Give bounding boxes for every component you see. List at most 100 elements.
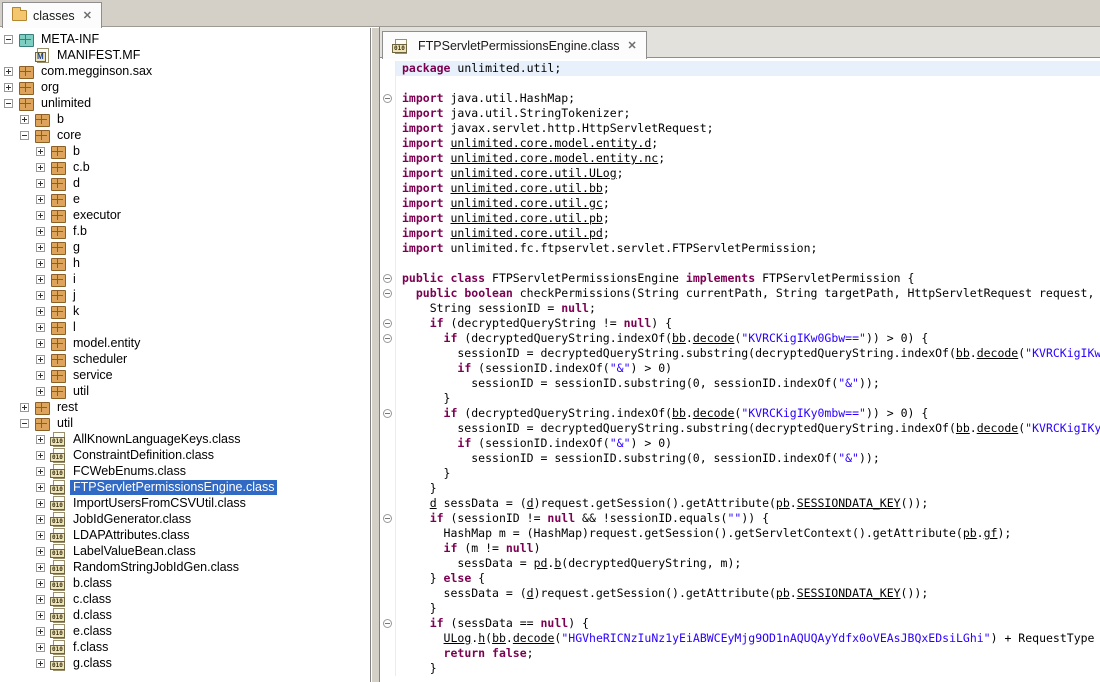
tree-item[interactable]: f.class (0, 639, 370, 655)
tab-class-file[interactable]: FTPServletPermissionsEngine.class ✕ (382, 31, 647, 59)
expand-icon[interactable] (36, 627, 45, 636)
fold-collapse-icon[interactable] (380, 91, 396, 106)
fold-collapse-icon[interactable] (380, 511, 396, 526)
expand-icon[interactable] (36, 307, 45, 316)
tree-item[interactable]: JobIdGenerator.class (0, 511, 370, 527)
tree-item[interactable]: i (0, 271, 370, 287)
collapse-icon[interactable] (20, 419, 29, 428)
expand-icon[interactable] (36, 483, 45, 492)
expand-icon[interactable] (36, 339, 45, 348)
expand-icon[interactable] (36, 595, 45, 604)
expand-icon[interactable] (36, 547, 45, 556)
expand-icon[interactable] (36, 243, 45, 252)
tree-item[interactable]: unlimited (0, 95, 370, 111)
tree-item[interactable]: c.b (0, 159, 370, 175)
tree-item[interactable]: FCWebEnums.class (0, 463, 370, 479)
tree-item[interactable]: util (0, 383, 370, 399)
tree-item[interactable]: rest (0, 399, 370, 415)
expand-icon[interactable] (36, 195, 45, 204)
tree-item[interactable]: ConstraintDefinition.class (0, 447, 370, 463)
expand-icon[interactable] (36, 435, 45, 444)
collapse-icon[interactable] (20, 131, 29, 140)
expand-icon[interactable] (36, 179, 45, 188)
tree-item[interactable]: g.class (0, 655, 370, 671)
tree-item[interactable]: scheduler (0, 351, 370, 367)
tree-item[interactable]: core (0, 127, 370, 143)
tree-item[interactable]: b.class (0, 575, 370, 591)
tab-classes[interactable]: classes ✕ (2, 2, 102, 28)
panel-splitter[interactable] (372, 28, 379, 682)
expand-icon[interactable] (36, 451, 45, 460)
tree-item[interactable]: service (0, 367, 370, 383)
tree-item[interactable]: model.entity (0, 335, 370, 351)
tree-item[interactable]: j (0, 287, 370, 303)
tree-item[interactable]: AllKnownLanguageKeys.class (0, 431, 370, 447)
tree-item[interactable]: MANIFEST.MF (0, 47, 370, 63)
tree-item[interactable]: util (0, 415, 370, 431)
tree-item[interactable]: f.b (0, 223, 370, 239)
expand-icon[interactable] (36, 259, 45, 268)
expand-icon[interactable] (36, 387, 45, 396)
tree-item[interactable]: b (0, 143, 370, 159)
expand-icon[interactable] (36, 659, 45, 668)
collapse-icon[interactable] (4, 99, 13, 108)
tree-item[interactable]: b (0, 111, 370, 127)
expand-icon[interactable] (36, 227, 45, 236)
collapse-icon[interactable] (4, 35, 13, 44)
expand-icon[interactable] (36, 147, 45, 156)
tree-item[interactable]: com.megginson.sax (0, 63, 370, 79)
tree-item[interactable]: g (0, 239, 370, 255)
tree-item[interactable]: FTPServletPermissionsEngine.class (0, 479, 370, 495)
tree-item[interactable]: e.class (0, 623, 370, 639)
fold-margin (380, 436, 396, 451)
tree-item[interactable]: h (0, 255, 370, 271)
expand-icon[interactable] (36, 563, 45, 572)
tree-item[interactable]: executor (0, 207, 370, 223)
expand-icon[interactable] (36, 323, 45, 332)
tree-item[interactable]: d.class (0, 607, 370, 623)
code-editor[interactable]: package unlimited.util;import java.util.… (380, 58, 1100, 682)
expand-icon[interactable] (36, 275, 45, 284)
fold-collapse-icon[interactable] (380, 406, 396, 421)
fold-collapse-icon[interactable] (380, 616, 396, 631)
fold-margin (380, 226, 396, 241)
expand-icon[interactable] (36, 643, 45, 652)
expand-icon[interactable] (36, 499, 45, 508)
fold-collapse-icon[interactable] (380, 316, 396, 331)
expand-icon[interactable] (36, 211, 45, 220)
expand-icon[interactable] (20, 403, 29, 412)
tree-item[interactable]: ImportUsersFromCSVUtil.class (0, 495, 370, 511)
expand-icon[interactable] (36, 579, 45, 588)
expand-icon[interactable] (36, 291, 45, 300)
tree-item-label: FTPServletPermissionsEngine.class (70, 480, 277, 495)
tree-item[interactable]: e (0, 191, 370, 207)
close-icon[interactable]: ✕ (627, 39, 636, 52)
tree-item[interactable]: LabelValueBean.class (0, 543, 370, 559)
tree-item[interactable]: l (0, 319, 370, 335)
tree-item[interactable]: RandomStringJobIdGen.class (0, 559, 370, 575)
expand-icon[interactable] (20, 115, 29, 124)
tree-item-label: ConstraintDefinition.class (70, 448, 217, 463)
tree-item[interactable]: c.class (0, 591, 370, 607)
tree-item[interactable]: d (0, 175, 370, 191)
fold-collapse-icon[interactable] (380, 331, 396, 346)
expand-icon[interactable] (4, 67, 13, 76)
tree-item[interactable]: LDAPAttributes.class (0, 527, 370, 543)
code-text: } (396, 481, 1100, 496)
expand-icon[interactable] (36, 515, 45, 524)
expand-icon[interactable] (4, 83, 13, 92)
code-line: public class FTPServletPermissionsEngine… (380, 271, 1100, 286)
expand-icon[interactable] (36, 531, 45, 540)
tree-item[interactable]: k (0, 303, 370, 319)
tree-item[interactable]: org (0, 79, 370, 95)
expand-icon[interactable] (36, 355, 45, 364)
expand-icon[interactable] (36, 467, 45, 476)
expand-icon[interactable] (36, 611, 45, 620)
fold-collapse-icon[interactable] (380, 271, 396, 286)
expand-icon[interactable] (36, 371, 45, 380)
close-icon[interactable]: ✕ (83, 9, 92, 22)
tree-item[interactable]: META-INF (0, 31, 370, 47)
expand-icon[interactable] (36, 163, 45, 172)
class-tree: META-INFMANIFEST.MFcom.megginson.saxorgu… (0, 31, 370, 671)
fold-collapse-icon[interactable] (380, 286, 396, 301)
